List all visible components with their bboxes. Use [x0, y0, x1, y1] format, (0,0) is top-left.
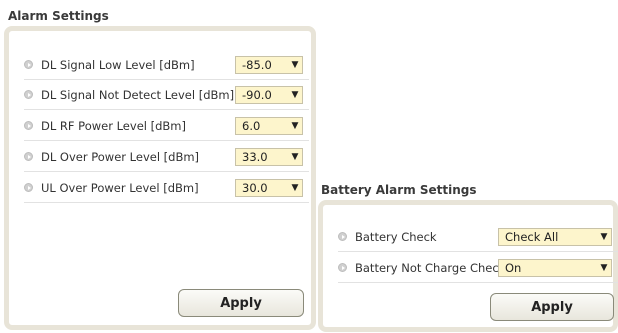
ul-over-power-select[interactable]: 30.0 ▼: [235, 179, 303, 197]
arrow-bullet-icon: [24, 90, 33, 99]
alarm-apply-button[interactable]: Apply: [178, 289, 304, 317]
dl-signal-low-select[interactable]: -85.0 ▼: [235, 56, 303, 74]
arrow-bullet-icon: [338, 263, 347, 272]
chevron-down-icon: ▼: [291, 152, 299, 162]
alarm-settings-title: Alarm Settings: [8, 9, 109, 23]
chevron-down-icon: ▼: [291, 60, 299, 70]
dl-signal-not-detect-select[interactable]: -90.0 ▼: [235, 86, 303, 104]
battery-apply-button[interactable]: Apply: [490, 293, 614, 321]
battery-alarm-settings-panel: Battery Check Check All ▼ Battery Not Ch…: [318, 200, 618, 332]
alarm-row-label: DL Signal Low Level [dBm]: [41, 57, 195, 72]
battery-check-select[interactable]: Check All ▼: [498, 228, 612, 246]
chevron-down-icon: ▼: [600, 232, 608, 242]
dl-over-power-select[interactable]: 33.0 ▼: [235, 148, 303, 166]
alarm-row-label: UL Over Power Level [dBm]: [41, 180, 199, 195]
arrow-bullet-icon: [24, 183, 33, 192]
battery-not-charge-check-select[interactable]: On ▼: [498, 259, 612, 277]
arrow-bullet-icon: [24, 60, 33, 69]
dl-rf-power-select[interactable]: 6.0 ▼: [235, 117, 303, 135]
alarm-settings-panel: DL Signal Low Level [dBm] -85.0 ▼ DL Sig…: [4, 26, 316, 330]
chevron-down-icon: ▼: [291, 90, 299, 100]
arrow-bullet-icon: [338, 232, 347, 241]
alarm-row-label: DL Over Power Level [dBm]: [41, 149, 200, 164]
battery-row-label: Battery Check: [355, 229, 437, 244]
battery-row-label: Battery Not Charge Check: [355, 260, 506, 275]
alarm-row-label: DL Signal Not Detect Level [dBm]: [41, 87, 235, 102]
arrow-bullet-icon: [24, 152, 33, 161]
chevron-down-icon: ▼: [291, 183, 299, 193]
chevron-down-icon: ▼: [600, 263, 608, 273]
alarm-row-label: DL RF Power Level [dBm]: [41, 118, 186, 133]
arrow-bullet-icon: [24, 121, 33, 130]
chevron-down-icon: ▼: [291, 121, 299, 131]
battery-alarm-settings-title: Battery Alarm Settings: [321, 183, 477, 197]
